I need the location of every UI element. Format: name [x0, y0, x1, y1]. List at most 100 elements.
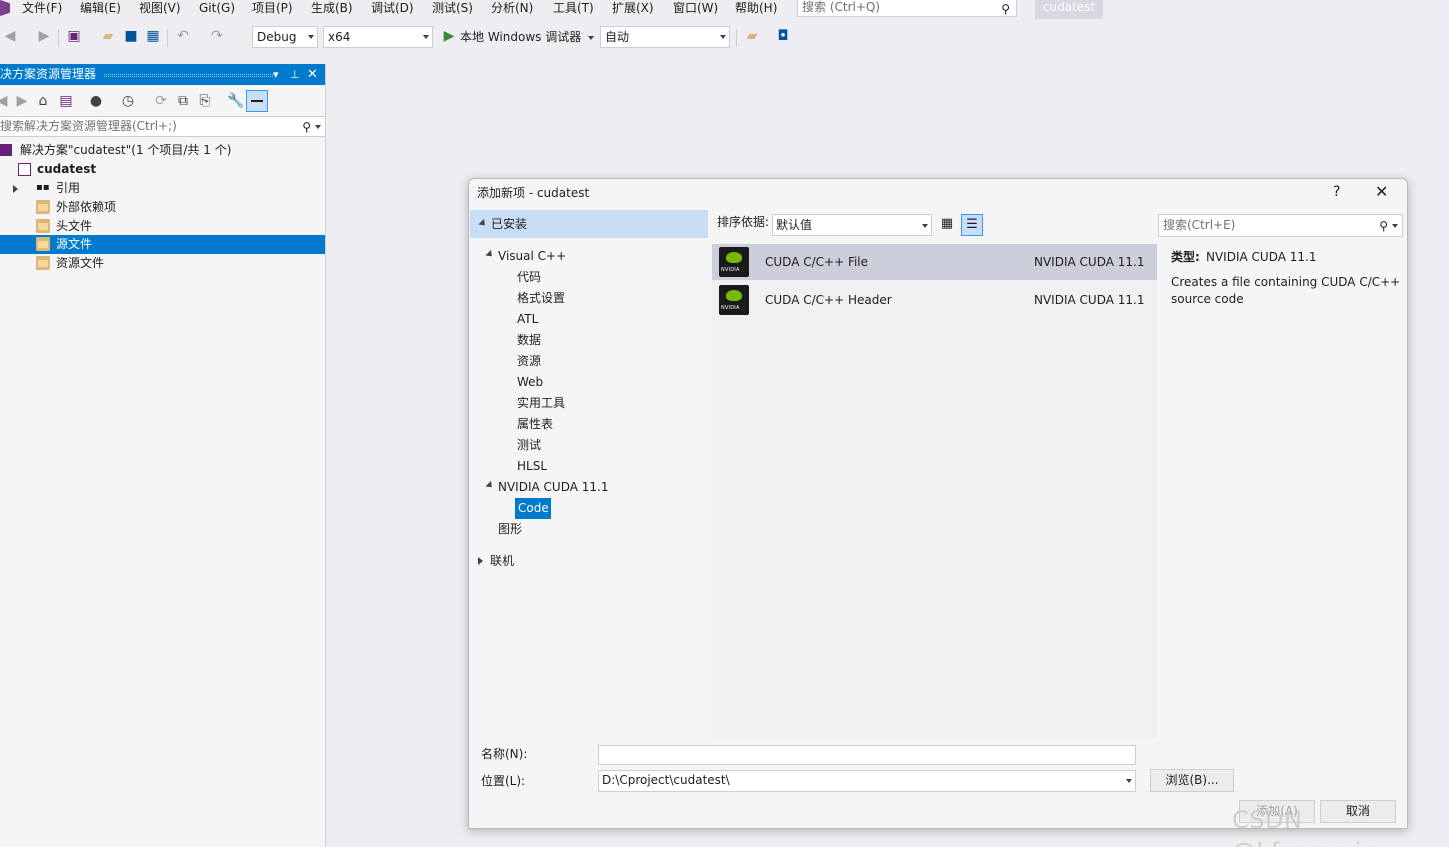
- tree-test[interactable]: 测试: [517, 437, 541, 453]
- tree-node-external-deps[interactable]: 外部依赖项: [0, 198, 325, 217]
- external-deps-label: 外部依赖项: [56, 200, 117, 214]
- refresh-icon[interactable]: ⟳: [153, 93, 169, 109]
- config-select[interactable]: Debug: [252, 26, 318, 48]
- history-icon[interactable]: ◷: [120, 93, 136, 109]
- location-input[interactable]: D:\Cproject\cudatest\: [598, 770, 1136, 792]
- tree-hlsl[interactable]: HLSL: [517, 458, 547, 474]
- location-value: D:\Cproject\cudatest\: [602, 773, 730, 787]
- run-debugger-button[interactable]: 本地 Windows 调试器: [460, 29, 581, 45]
- collapse-icon[interactable]: [485, 249, 495, 260]
- menu-debug[interactable]: 调试(D): [371, 0, 414, 16]
- search-icon: ⚲: [1001, 2, 1010, 16]
- forward-icon[interactable]: ▶: [36, 28, 52, 44]
- menu-file[interactable]: 文件(F): [22, 0, 62, 16]
- menu-project[interactable]: 项目(P): [252, 0, 293, 16]
- sort-select[interactable]: 默认值: [772, 214, 932, 236]
- switch-view-icon[interactable]: ▤: [58, 93, 74, 109]
- tree-visual-cpp[interactable]: Visual C++: [498, 248, 566, 264]
- installed-header[interactable]: 已安装: [470, 210, 708, 238]
- chevron-down-icon[interactable]: [315, 125, 321, 129]
- close-icon[interactable]: ✕: [1375, 182, 1388, 202]
- folder-icon[interactable]: ▰: [744, 28, 760, 44]
- menu-help[interactable]: 帮助(H): [735, 0, 777, 16]
- open-file-icon[interactable]: ▰: [100, 28, 116, 44]
- menu-extensions[interactable]: 扩展(X): [612, 0, 654, 16]
- preview-toggle-button[interactable]: [246, 90, 268, 112]
- window-icon[interactable]: ◘: [775, 28, 791, 44]
- tree-node-resources[interactable]: 资源文件: [0, 254, 325, 273]
- collapse-icon[interactable]: [478, 218, 488, 229]
- folder-icon: [36, 219, 50, 233]
- menu-test[interactable]: 测试(S): [432, 0, 473, 16]
- copy-icon[interactable]: ⎘: [197, 93, 213, 109]
- menu-window[interactable]: 窗口(W): [673, 0, 718, 16]
- play-icon[interactable]: ▶: [441, 28, 457, 44]
- tree-node-sources[interactable]: 源文件: [0, 235, 325, 254]
- undo-icon[interactable]: ↶: [175, 28, 191, 44]
- template-name: CUDA C/C++ Header: [765, 293, 892, 307]
- tree-formatting[interactable]: 格式设置: [517, 290, 565, 306]
- collapse-icon[interactable]: [485, 480, 495, 491]
- tree-node-headers[interactable]: 头文件: [0, 217, 325, 236]
- menu-view[interactable]: 视图(V): [139, 0, 181, 16]
- name-input[interactable]: [598, 745, 1136, 765]
- tree-property-sheets[interactable]: 属性表: [517, 416, 553, 432]
- collapse-all-icon[interactable]: ⧉: [175, 93, 191, 109]
- wrench-icon[interactable]: 🔧: [227, 93, 244, 109]
- tree-online[interactable]: 联机: [490, 553, 514, 569]
- chevron-down-icon[interactable]: [1392, 224, 1398, 228]
- tree-data[interactable]: 数据: [517, 332, 541, 348]
- template-name: CUDA C/C++ File: [765, 255, 869, 269]
- menu-build[interactable]: 生成(B): [311, 0, 353, 16]
- tree-node-references[interactable]: ▪▪ 引用: [0, 179, 325, 198]
- tree-utility[interactable]: 实用工具: [517, 395, 565, 411]
- redo-icon[interactable]: ↷: [209, 28, 225, 44]
- menu-analyze[interactable]: 分析(N): [491, 0, 533, 16]
- global-search-input[interactable]: 搜索 (Ctrl+Q) ⚲: [797, 0, 1017, 17]
- expand-icon[interactable]: [13, 185, 18, 193]
- chevron-down-icon[interactable]: ▾: [273, 64, 279, 85]
- tree-web[interactable]: Web: [517, 374, 543, 390]
- menu-tools[interactable]: 工具(T): [553, 0, 594, 16]
- browse-button[interactable]: 浏览(B)...: [1150, 769, 1234, 792]
- project-name-badge[interactable]: cudatest: [1035, 0, 1103, 19]
- headers-label: 头文件: [56, 219, 93, 233]
- template-search-input[interactable]: 搜索(Ctrl+E) ⚲: [1158, 214, 1403, 237]
- tree-solution[interactable]: 解决方案"cudatest"(1 个项目/共 1 个): [0, 141, 325, 160]
- template-category: NVIDIA CUDA 11.1: [1034, 255, 1145, 269]
- tree-resource[interactable]: 资源: [517, 353, 541, 369]
- tree-code[interactable]: 代码: [517, 269, 541, 285]
- save-icon[interactable]: ■: [123, 28, 139, 44]
- new-project-icon[interactable]: ▣: [66, 28, 82, 44]
- pin-icon[interactable]: ⊥: [290, 64, 300, 85]
- globe-icon[interactable]: ●: [88, 93, 104, 109]
- tree-project[interactable]: cudatest: [0, 160, 325, 179]
- help-button[interactable]: ?: [1333, 183, 1340, 201]
- folder-icon: [36, 237, 50, 251]
- menu-edit[interactable]: 编辑(E): [80, 0, 121, 16]
- run-dropdown[interactable]: [586, 34, 594, 42]
- list-view-icon[interactable]: ☰: [961, 214, 983, 236]
- back-icon[interactable]: ◀: [0, 93, 10, 109]
- forward-icon[interactable]: ▶: [14, 93, 30, 109]
- solution-search-input[interactable]: 搜索解决方案资源管理器(Ctrl+;) ⚲: [0, 116, 325, 137]
- platform-select[interactable]: x64: [323, 26, 433, 48]
- global-search-placeholder: 搜索 (Ctrl+Q): [802, 0, 881, 14]
- expand-icon[interactable]: [478, 557, 483, 565]
- solution-icon: [0, 144, 12, 156]
- auto-select[interactable]: 自动: [600, 26, 730, 48]
- nvidia-icon: [719, 247, 749, 277]
- close-icon[interactable]: ✕: [307, 64, 318, 85]
- back-icon[interactable]: ◀: [2, 28, 18, 44]
- tree-nvidia-cuda[interactable]: NVIDIA CUDA 11.1: [498, 479, 608, 495]
- template-item[interactable]: CUDA C/C++ File NVIDIA CUDA 11.1: [712, 244, 1157, 280]
- template-item[interactable]: CUDA C/C++ Header NVIDIA CUDA 11.1: [712, 282, 1157, 318]
- tree-atl[interactable]: ATL: [517, 311, 538, 327]
- grid-view-icon[interactable]: ▦: [936, 214, 958, 236]
- toolbar-separator: [736, 29, 737, 47]
- save-all-icon[interactable]: ▦: [145, 28, 161, 44]
- tree-cuda-code-selected[interactable]: Code: [515, 498, 551, 519]
- home-icon[interactable]: ⌂: [35, 93, 51, 109]
- menu-git[interactable]: Git(G): [199, 0, 235, 16]
- tree-graphics[interactable]: 图形: [498, 521, 522, 537]
